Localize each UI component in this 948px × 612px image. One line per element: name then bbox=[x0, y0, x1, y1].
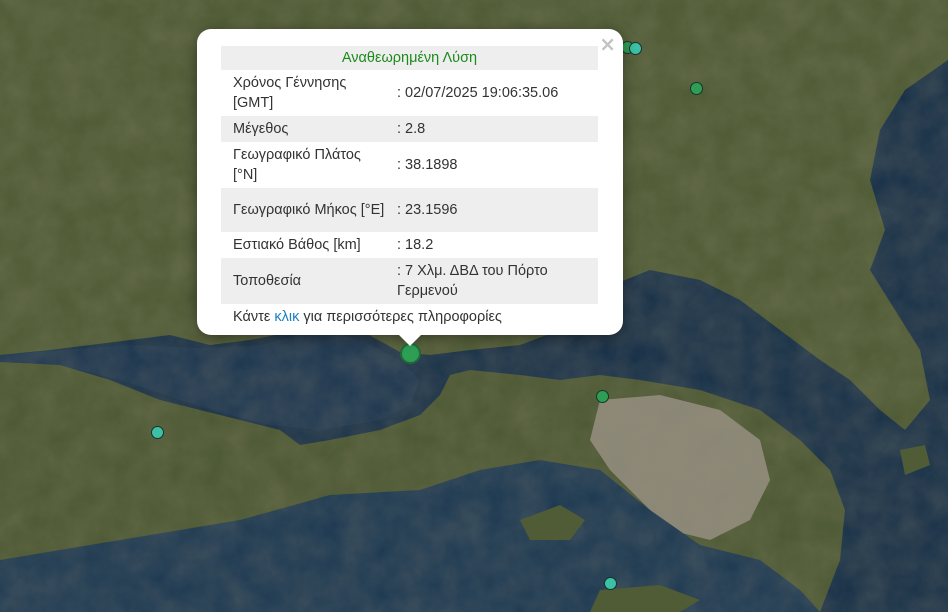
info-value: : 7 Χλμ. ΔΒΔ του Πόρτο Γερμενού bbox=[393, 258, 598, 304]
popup-title: Αναθεωρημένη Λύση bbox=[221, 46, 598, 70]
info-value: : 23.1596 bbox=[393, 188, 598, 232]
selected-earthquake-marker[interactable] bbox=[400, 343, 421, 364]
more-info-suffix: για περισσότερες πληροφορίες bbox=[303, 309, 502, 325]
info-label: Τοποθεσία bbox=[221, 258, 393, 304]
info-row: Εστιακό Βάθος [km] : 18.2 bbox=[221, 232, 598, 258]
info-label: Χρόνος Γέννησης [GMT] bbox=[233, 75, 347, 111]
info-label: Μέγεθος bbox=[221, 116, 393, 142]
info-value: : 18.2 bbox=[397, 237, 434, 253]
info-label: Εστιακό Βάθος [km] bbox=[233, 237, 361, 253]
popup-pointer bbox=[397, 333, 423, 346]
close-icon[interactable]: × bbox=[599, 34, 616, 54]
info-value: : 02/07/2025 19:06:35.06 bbox=[397, 85, 559, 101]
info-label: Γεωγραφικό Πλάτος [°N] bbox=[233, 147, 361, 183]
more-info-prefix: Κάντε bbox=[233, 309, 271, 325]
info-row: Χρόνος Γέννησης [GMT] : 02/07/2025 19:06… bbox=[221, 70, 598, 116]
earthquake-info-table: Αναθεωρημένη Λύση Χρόνος Γέννησης [GMT] … bbox=[221, 46, 598, 330]
earthquake-marker[interactable] bbox=[629, 42, 642, 55]
more-info-text: Κάντε κλικ για περισσότερες πληροφορίες bbox=[221, 304, 598, 330]
info-row: Μέγεθος : 2.8 bbox=[221, 116, 598, 142]
info-row: Γεωγραφικό Μήκος [°E] : 23.1596 bbox=[221, 188, 598, 232]
earthquake-marker[interactable] bbox=[596, 390, 609, 403]
earthquake-popup: × Αναθεωρημένη Λύση Χρόνος Γέννησης [GMT… bbox=[197, 29, 623, 346]
info-value: : 38.1898 bbox=[397, 157, 458, 173]
earthquake-marker[interactable] bbox=[151, 426, 164, 439]
info-label: Γεωγραφικό Μήκος [°E] bbox=[221, 188, 393, 232]
earthquake-marker[interactable] bbox=[690, 82, 703, 95]
info-row: Τοποθεσία : 7 Χλμ. ΔΒΔ του Πόρτο Γερμενο… bbox=[221, 258, 598, 304]
info-value: : 2.8 bbox=[393, 116, 598, 142]
info-row: Γεωγραφικό Πλάτος [°N] : 38.1898 bbox=[221, 142, 598, 188]
earthquake-marker[interactable] bbox=[604, 577, 617, 590]
more-info-link[interactable]: κλικ bbox=[274, 309, 299, 325]
